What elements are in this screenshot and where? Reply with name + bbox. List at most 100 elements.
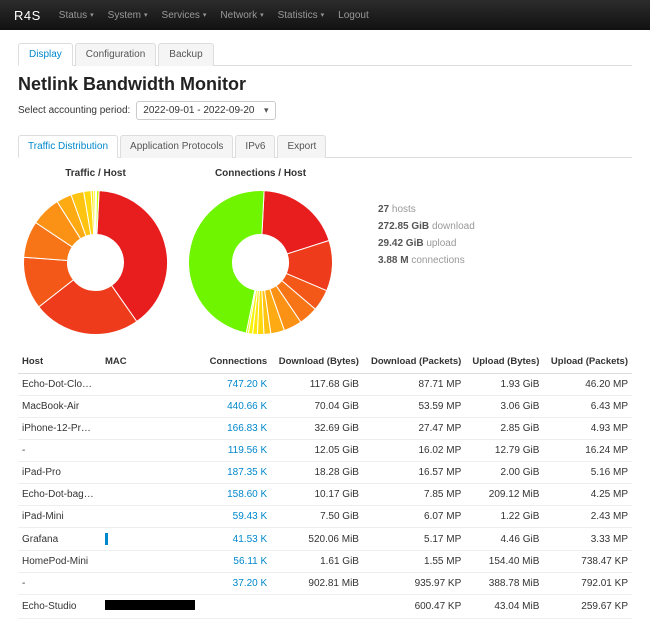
cell: 16.24 MP [543,440,632,462]
subtab-export[interactable]: Export [277,135,326,158]
period-row: Select accounting period: 2022-09-01 - 2… [18,101,632,120]
period-label: Select accounting period: [18,105,130,116]
period-value: 2022-09-01 - 2022-09-20 [143,105,254,116]
stat-upload: 29.42 GiB upload [378,238,475,249]
caret-icon: ▾ [321,11,325,19]
brand: R4S [14,8,41,23]
cell: 117.68 GiB [271,374,363,396]
subtab-ipv6[interactable]: IPv6 [235,135,275,158]
cell: 388.78 MiB [465,573,543,595]
cell: 935.97 KP [363,573,465,595]
cell: iPad-Pro [18,462,101,484]
tab-configuration[interactable]: Configuration [75,43,156,66]
cell: 1.61 GiB [271,551,363,573]
tab-backup[interactable]: Backup [158,43,213,66]
cell[interactable]: 119.56 K [203,440,271,462]
cell[interactable]: 440.66 K [203,396,271,418]
cell: 16.57 MP [363,462,465,484]
col-header[interactable]: Upload (Packets) [543,350,632,374]
cell [101,484,203,506]
col-header[interactable]: Download (Packets) [363,350,465,374]
cell: 70.04 GiB [271,396,363,418]
cell: 3.33 MP [543,528,632,551]
cell[interactable]: 41.53 K [203,528,271,551]
col-header[interactable]: MAC [101,350,203,374]
table-row: Echo-Studio600.47 KP43.04 MiB259.67 KP [18,595,632,619]
nav-item-logout[interactable]: Logout [338,10,369,21]
cell: 2.43 MP [543,506,632,528]
cell [101,595,203,619]
cell [101,440,203,462]
cell: 87.71 MP [363,374,465,396]
col-header[interactable]: Host [18,350,101,374]
cell: 5.16 MP [543,462,632,484]
cell: 53.59 MP [363,396,465,418]
cell: HomePod-Mini [18,551,101,573]
cell [101,374,203,396]
cell[interactable]: 158.60 K [203,484,271,506]
caret-icon: ▾ [203,11,207,19]
cell[interactable]: 747.20 K [203,374,271,396]
cell: iPad-Mini [18,506,101,528]
cell: 792.01 KP [543,573,632,595]
table-row: iPad-Pro187.35 K18.28 GiB16.57 MP2.00 Gi… [18,462,632,484]
cell [101,573,203,595]
mac-indicator [105,533,108,545]
host-table: HostMACConnectionsDownload (Bytes)Downlo… [18,350,632,619]
cell: 209.12 MiB [465,484,543,506]
redacted [105,600,195,610]
cell: 1.22 GiB [465,506,543,528]
cell: 5.17 MP [363,528,465,551]
col-header[interactable]: Download (Bytes) [271,350,363,374]
sub-tabs: Traffic DistributionApplication Protocol… [18,134,632,158]
col-header[interactable]: Upload (Bytes) [465,350,543,374]
cell [101,506,203,528]
cell: 902.81 MiB [271,573,363,595]
traffic-chart-block: Traffic / Host [18,168,173,340]
conn-chart-title: Connections / Host [183,168,338,179]
nav-item-statistics[interactable]: Statistics▾ [278,10,325,21]
table-row: - 37.20 K902.81 MiB935.97 KP388.78 MiB792… [18,573,632,595]
cell[interactable]: 56.11 K [203,551,271,573]
stats-column: 27 hosts 272.85 GiB download 29.42 GiB u… [378,204,475,272]
caret-icon: ▾ [260,11,264,19]
cell: 4.46 GiB [465,528,543,551]
cell: Echo-Studio [18,595,101,619]
cell [101,551,203,573]
traffic-chart-title: Traffic / Host [18,168,173,179]
cell: 738.47 KP [543,551,632,573]
table-row: HomePod-Mini56.11 K1.61 GiB1.55 MP154.40… [18,551,632,573]
table-row: Echo-Dot-Clo…747.20 K117.68 GiB87.71 MP1… [18,374,632,396]
page-title: Netlink Bandwidth Monitor [18,74,632,95]
main-container: DisplayConfigurationBackup Netlink Bandw… [0,30,650,631]
cell: MacBook-Air [18,396,101,418]
cell: 2.85 GiB [465,418,543,440]
tab-display[interactable]: Display [18,43,73,66]
main-tabs: DisplayConfigurationBackup [18,42,632,66]
table-row: Grafana41.53 K520.06 MiB5.17 MP4.46 GiB3… [18,528,632,551]
subtab-application-protocols[interactable]: Application Protocols [120,135,233,158]
nav-item-services[interactable]: Services▾ [162,10,207,21]
period-select[interactable]: 2022-09-01 - 2022-09-20 [136,101,275,120]
cell: 6.43 MP [543,396,632,418]
cell[interactable]: 166.83 K [203,418,271,440]
nav-item-system[interactable]: System▾ [108,10,148,21]
stat-hosts: 27 hosts [378,204,475,215]
cell[interactable]: 37.20 K [203,573,271,595]
cell: 600.47 KP [363,595,465,619]
cell[interactable]: 187.35 K [203,462,271,484]
cell [101,396,203,418]
col-header[interactable]: Connections [203,350,271,374]
cell[interactable]: 59.43 K [203,506,271,528]
cell: iPhone-12-Pr… [18,418,101,440]
cell[interactable] [203,595,271,619]
cell: Echo-Dot-bag… [18,484,101,506]
nav-item-status[interactable]: Status▾ [59,10,94,21]
nav-item-network[interactable]: Network▾ [220,10,263,21]
conn-chart-block: Connections / Host [183,168,338,340]
cell: - [18,573,101,595]
cell: 1.55 MP [363,551,465,573]
subtab-traffic-distribution[interactable]: Traffic Distribution [18,135,118,158]
cell: 27.47 MP [363,418,465,440]
cell: 46.20 MP [543,374,632,396]
